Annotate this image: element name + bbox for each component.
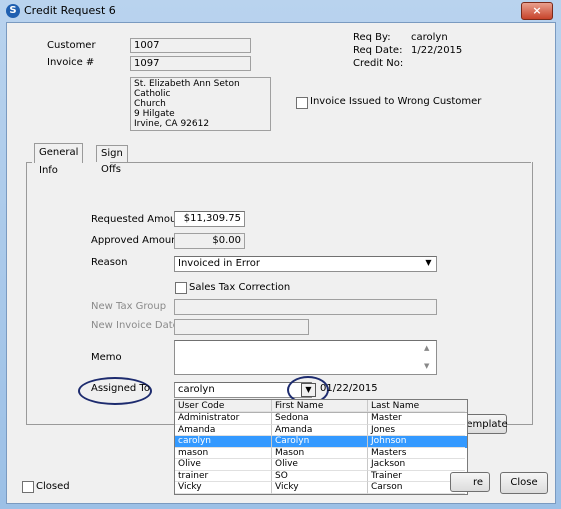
sales-tax-checkbox[interactable] (175, 282, 187, 294)
invoice-label: Invoice # (47, 57, 95, 68)
dropdown-row[interactable]: Olive Olive Jackson (175, 459, 467, 471)
window-title: Credit Request 6 (24, 4, 116, 17)
window-close-button[interactable]: × (521, 2, 553, 20)
sales-tax-label: Sales Tax Correction (189, 282, 291, 293)
user-code-cell: mason (175, 447, 272, 459)
tab-general-info[interactable]: General Info (34, 143, 84, 176)
first-name-cell: SO (272, 470, 368, 482)
column-header-first-name[interactable]: First Name (272, 400, 368, 412)
address-line: 9 Hilgate (134, 109, 175, 119)
invoice-field: 1097 (130, 56, 251, 71)
memo-scroll-down-icon[interactable]: ▼ (424, 362, 429, 370)
credit-no-label: Credit No: (353, 58, 404, 69)
customer-address: St. Elizabeth Ann Seton Catholic Church … (130, 77, 271, 131)
customer-field: 1007 (130, 38, 251, 53)
first-name-cell: Carolyn (272, 436, 368, 448)
requested-amount-label: Requested Amount (91, 214, 187, 225)
approved-amount-label: Approved Amount (91, 235, 182, 246)
wrong-customer-checkbox[interactable] (296, 97, 308, 109)
last-name-cell: Master (368, 413, 465, 425)
first-name-cell: Sedona (272, 413, 368, 425)
memo-scroll-up-icon[interactable]: ▲ (424, 344, 429, 352)
column-header-last-name[interactable]: Last Name (368, 400, 465, 412)
dropdown-header-row: User Code First Name Last Name (175, 400, 467, 413)
new-tax-group-select (174, 299, 437, 315)
new-invoice-date-input (174, 319, 309, 335)
req-date-value: 1/22/2015 (411, 45, 463, 56)
reason-label: Reason (91, 257, 128, 268)
first-name-cell: Mason (272, 447, 368, 459)
tab-panel-border-left (26, 162, 32, 163)
closed-checkbox[interactable] (22, 481, 34, 493)
new-invoice-date-label: New Invoice Date (91, 320, 179, 331)
column-header-user-code[interactable]: User Code (175, 400, 272, 412)
reason-select[interactable]: Invoiced in Error (174, 256, 437, 272)
closed-label: Closed (36, 481, 70, 492)
assigned-to-dropdown-list: User Code First Name Last Name Administr… (174, 399, 468, 495)
memo-textarea[interactable] (174, 340, 437, 375)
title-bar[interactable]: S Credit Request 6 × (0, 0, 561, 22)
user-code-cell: Amanda (175, 424, 272, 436)
address-line: St. Elizabeth Ann Seton Catholic (134, 79, 240, 99)
last-name-cell: Jones (368, 425, 465, 436)
requested-amount-input[interactable]: $11,309.75 (174, 211, 245, 227)
last-name-cell: Jackson (368, 459, 465, 471)
first-name-cell: Vicky (272, 482, 368, 494)
memo-label: Memo (91, 352, 122, 363)
user-code-cell: trainer (175, 470, 272, 482)
assigned-date: 01/22/2015 (320, 383, 378, 394)
last-name-cell: Masters (368, 448, 465, 459)
dropdown-row[interactable]: Administrator Sedona Master (175, 413, 467, 425)
last-name-cell: Johnson (368, 436, 465, 448)
user-code-cell: Administrator (175, 413, 272, 425)
assigned-to-label: Assigned To (91, 383, 150, 394)
wrong-customer-label: Invoice Issued to Wrong Customer (310, 96, 482, 107)
req-date-label: Req Date: (353, 45, 403, 56)
dropdown-row[interactable]: mason Mason Masters (175, 447, 467, 459)
close-button[interactable]: Close (500, 472, 548, 494)
dropdown-row[interactable]: trainer SO Trainer (175, 470, 467, 482)
new-tax-group-label: New Tax Group (91, 301, 167, 312)
dropdown-row-selected[interactable]: carolyn Carolyn Johnson (175, 436, 467, 448)
req-by-label: Req By: (353, 32, 391, 43)
reason-dropdown-arrow-icon[interactable]: ▼ (422, 257, 435, 269)
approved-amount-input: $0.00 (174, 233, 245, 249)
user-code-cell: Olive (175, 459, 272, 471)
first-name-cell: Olive (272, 459, 368, 471)
user-code-cell: carolyn (175, 436, 272, 448)
save-button[interactable]: re (450, 472, 490, 492)
customer-label: Customer (47, 40, 96, 51)
address-line: Church (134, 99, 166, 109)
dropdown-row[interactable]: Amanda Amanda Jones (175, 424, 467, 436)
address-line: Irvine, CA 92612 (134, 119, 210, 129)
req-by-value: carolyn (411, 32, 448, 43)
tab-sign-offs[interactable]: Sign Offs (96, 145, 128, 175)
dropdown-row[interactable]: Vicky Vicky Carson (175, 482, 467, 494)
app-icon: S (6, 4, 20, 18)
first-name-cell: Amanda (272, 424, 368, 436)
user-code-cell: Vicky (175, 482, 272, 494)
